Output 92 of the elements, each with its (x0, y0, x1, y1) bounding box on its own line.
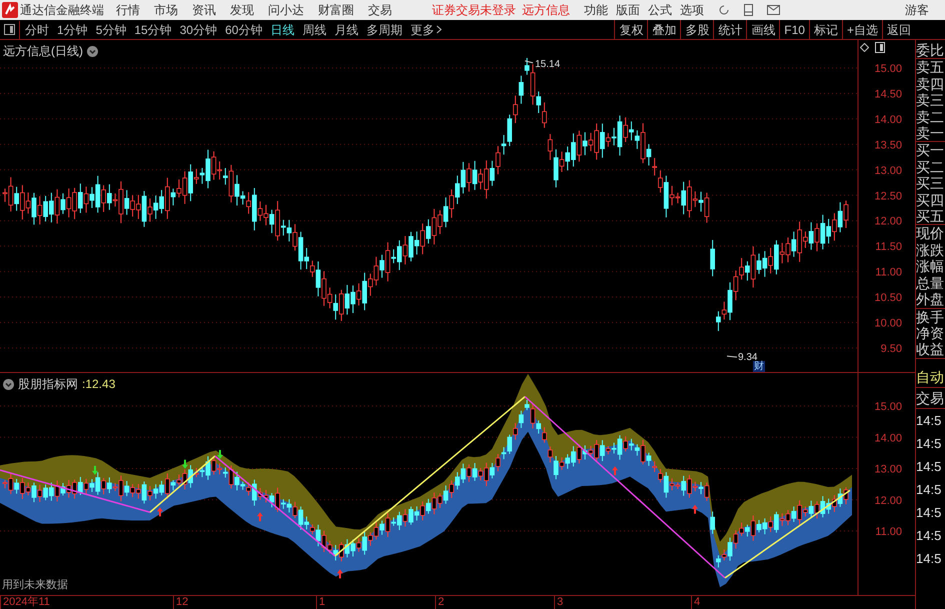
quote-label: 卖四 (916, 76, 945, 92)
period-tab[interactable]: 周线 (302, 20, 326, 38)
quote-label: 卖二 (916, 108, 945, 126)
toolbar-button[interactable]: 画线 (746, 20, 780, 39)
menu-item[interactable]: 交易 (368, 1, 392, 19)
menu-item[interactable]: 选项 (680, 1, 704, 19)
period-tab[interactable]: 多周期 (366, 20, 402, 38)
menu-item[interactable]: 公式 (648, 1, 672, 19)
menu-item[interactable]: 财富圈 (318, 1, 354, 19)
toolbar-button[interactable]: 统计 (713, 20, 746, 39)
trade-time: 14:5 (916, 412, 942, 430)
axis-label: 9.50 (880, 342, 902, 355)
date-label: 12 (173, 596, 188, 609)
indicator-name: 股朋指标网 (18, 376, 78, 393)
axis-label: 12.00 (874, 494, 902, 507)
event-marker[interactable]: 财 (753, 361, 765, 374)
axis-label: 14.00 (874, 114, 902, 126)
trade-time: 14:5 (916, 504, 942, 522)
quote-label: 卖三 (916, 92, 945, 109)
quote-label: 现价 (916, 225, 945, 242)
axis-label: 15.00 (874, 63, 902, 75)
date-label: 3 (554, 596, 564, 609)
axis-label: 12.50 (874, 190, 902, 202)
toolbar-button[interactable]: 叠加 (647, 20, 680, 39)
date-label: 2024年11 (0, 596, 50, 609)
quote-label: 委比 (916, 42, 945, 58)
period-tab[interactable]: 分时 (25, 20, 49, 38)
chart-title: 远方信息(日线) (3, 43, 83, 60)
quote-label: 净资 (916, 324, 945, 342)
date-label: 1 (316, 596, 326, 609)
date-label: 4 (691, 596, 700, 609)
trade-time: 14:5 (916, 458, 942, 476)
axis-label: 14.00 (874, 432, 902, 444)
menu-item[interactable]: 行情 (116, 1, 140, 19)
axis-label: 11.50 (875, 241, 902, 254)
quote-label: 涨幅 (916, 258, 945, 275)
auto-label: 自动 (916, 366, 945, 388)
high-price-label: 15.14 (535, 58, 560, 70)
axis-label: 10.50 (874, 292, 902, 304)
quote-label: 买五 (916, 208, 945, 224)
trade-time: 14:5 (916, 550, 942, 568)
menu-item[interactable]: 发现 (230, 1, 254, 19)
indicator-value: :12.43 (82, 376, 116, 393)
toolbar-button[interactable]: +自选 (842, 20, 882, 39)
menu-item[interactable]: 问小达 (268, 1, 304, 19)
toolbar-button[interactable]: 复权 (614, 20, 648, 39)
toolbar-button[interactable]: F10 (779, 20, 809, 39)
period-tab[interactable]: 5分钟 (96, 20, 126, 38)
quote-label: 买四 (916, 192, 945, 208)
axis-label: 11.00 (875, 266, 902, 279)
menu-item[interactable]: 版面 (616, 1, 640, 19)
period-tab[interactable]: 1分钟 (57, 20, 88, 38)
axis-label: 12.00 (874, 216, 902, 228)
axis-label: 15.00 (874, 401, 902, 413)
axis-label: 13.50 (874, 139, 902, 152)
period-tab[interactable]: 60分钟 (225, 20, 262, 38)
period-tab[interactable]: 日线 (270, 20, 294, 38)
axis-label: 14.50 (874, 88, 902, 100)
warning-note: 用到未来数据 (2, 578, 68, 592)
quote-label: 卖一 (916, 125, 945, 142)
period-tab[interactable]: 30分钟 (180, 20, 218, 38)
notice-text: 证券交易未登录 (432, 2, 516, 19)
toolbar-button[interactable]: 多股 (680, 20, 714, 39)
quote-label: 涨跌 (916, 242, 945, 258)
period-tab[interactable]: 15分钟 (134, 20, 172, 38)
period-tab[interactable]: 更多 (410, 20, 434, 38)
quote-label: 买三 (916, 175, 945, 192)
user-label[interactable]: 游客 (905, 1, 929, 19)
period-tab[interactable]: 月线 (334, 20, 358, 38)
menu-item[interactable]: 市场 (154, 1, 178, 19)
quote-label: 买一 (916, 142, 945, 159)
axis-label: 11.00 (875, 526, 902, 538)
trade-time: 14:5 (916, 480, 942, 499)
quote-label: 换手 (916, 308, 945, 325)
axis-label: 10.00 (874, 318, 902, 330)
quote-label: 收益 (916, 341, 945, 358)
trade-label: 交易 (916, 388, 945, 409)
trade-time: 14:5 (916, 434, 942, 453)
axis-label: 13.00 (874, 164, 902, 177)
menu-item[interactable]: 功能 (584, 1, 608, 19)
toolbar-button[interactable]: 标记 (808, 20, 842, 39)
quote-label: 外盘 (916, 291, 945, 308)
trade-time: 14:5 (916, 526, 942, 545)
toolbar-button[interactable]: 返回 (882, 20, 915, 39)
date-label: 2 (435, 596, 444, 609)
app-title: 通达信金融终端 (20, 2, 104, 19)
notice-text: 远方信息 (522, 2, 570, 19)
axis-label: 13.00 (874, 464, 902, 476)
quote-label: 总量 (916, 274, 945, 292)
menu-item[interactable]: 资讯 (192, 1, 216, 19)
quote-label: 买二 (916, 158, 945, 176)
quote-label: 卖五 (916, 59, 945, 76)
